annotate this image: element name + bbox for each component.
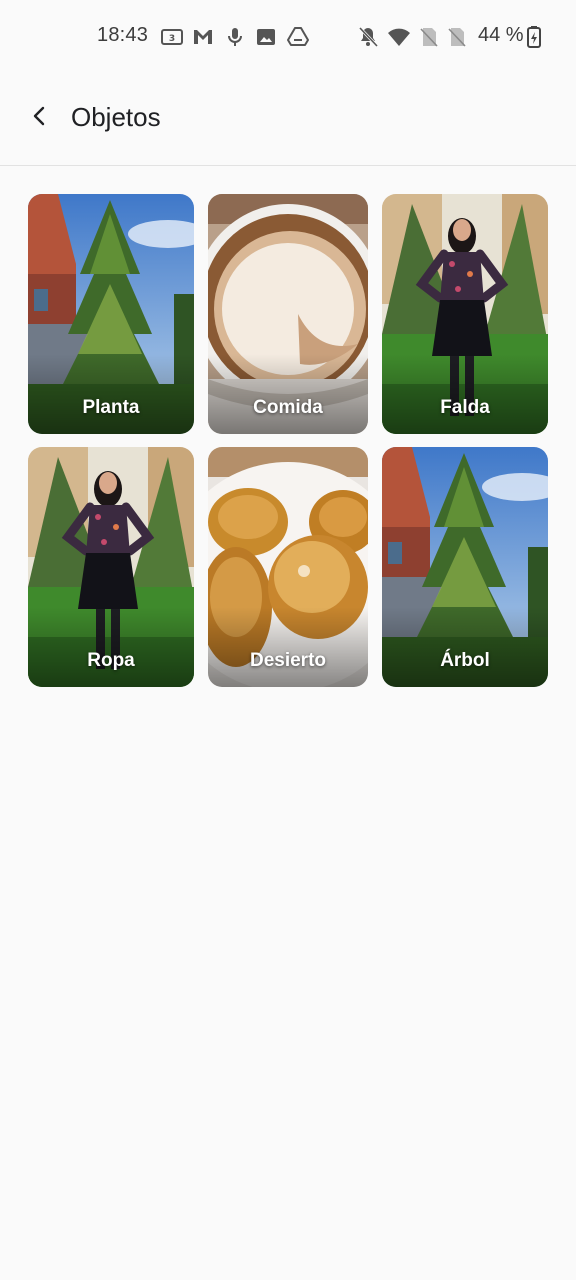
tile-shade [382,607,548,687]
notifications-off-icon [356,25,380,49]
battery-charging-icon [524,25,544,49]
screen: 18:43 3 44 % Objetos Planta Comida Falda… [0,0,576,1280]
microphone-icon [223,25,247,49]
gmail-icon [191,25,215,49]
status-bar: 18:43 3 44 % [0,0,576,72]
tile-shade [28,607,194,687]
back-button[interactable] [22,100,58,136]
wifi-icon [387,25,411,49]
tile-shade [28,354,194,434]
no-sim-icon [417,25,441,49]
status-time: 18:43 [97,24,149,46]
svg-text:3: 3 [169,34,175,44]
category-tile-arbol[interactable]: Árbol [382,447,548,687]
app-bar: Objetos [0,72,576,166]
no-sim-icon [445,25,469,49]
category-tile-ropa[interactable]: Ropa [28,447,194,687]
category-label: Comida [253,397,323,418]
arrow-back-icon [28,104,52,133]
category-tile-desierto[interactable]: Desierto [208,447,368,687]
tile-shade [208,607,368,687]
category-label: Árbol [440,650,490,671]
battery-percentage: 44 % [478,24,524,46]
category-tile-falda[interactable]: Falda [382,194,548,434]
tile-shade [208,354,368,434]
gallery-icon [254,25,278,49]
signal-3g-icon: 3 [160,25,184,49]
category-tile-comida[interactable]: Comida [208,194,368,434]
category-label: Falda [440,397,490,418]
page-title: Objetos [71,102,161,132]
category-label: Planta [82,397,140,418]
category-label: Desierto [249,650,327,671]
drive-icon [286,25,310,49]
category-tile-planta[interactable]: Planta [28,194,194,434]
category-label: Ropa [87,650,135,671]
tile-shade [382,354,548,434]
